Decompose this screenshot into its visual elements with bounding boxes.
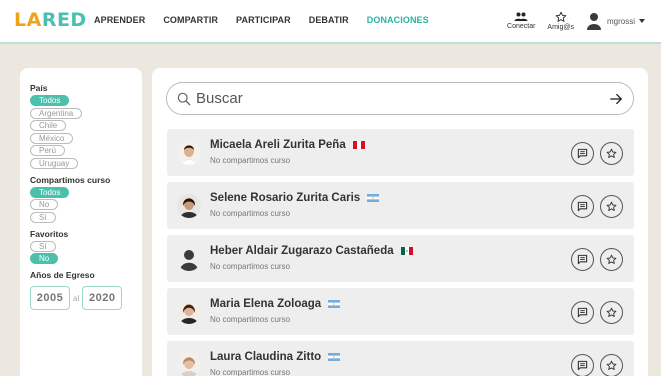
nav-debatir[interactable]: DEBATIR: [309, 15, 349, 25]
avatar: [177, 300, 201, 324]
message-button[interactable]: [571, 195, 594, 218]
filters-sidebar: País Todos Argentina Chile México Perú U…: [20, 68, 142, 376]
filter-pais: Todos Argentina Chile México Perú Urugua…: [30, 95, 132, 169]
message-button[interactable]: [571, 142, 594, 165]
person-name: Laura Claudina Zitto: [210, 351, 341, 363]
chip-pais-argentina[interactable]: Argentina: [30, 107, 83, 119]
person-name: Maria Elena Zoloaga: [210, 298, 341, 310]
message-icon: [577, 148, 588, 159]
people-icon: [514, 12, 528, 21]
filter-pais-label: País: [30, 83, 48, 93]
star-outline-icon: [606, 148, 617, 158]
avatar-placeholder: [177, 247, 201, 271]
favorite-button[interactable]: [600, 195, 623, 218]
chip-compartimos-todos[interactable]: Todos: [30, 186, 70, 198]
user-menu[interactable]: mgrossi: [586, 12, 645, 30]
star-outline-icon: [555, 11, 567, 22]
filter-favoritos-label: Favoritos: [30, 228, 69, 239]
person-course-status: No compartimos curso: [210, 262, 291, 271]
year-from-input[interactable]: 2005: [30, 286, 70, 310]
header-actions: Conectar Amig@s mgrossi: [507, 5, 645, 37]
flag-mexico-icon: [400, 246, 413, 255]
avatar: [177, 353, 201, 376]
message-button[interactable]: [571, 354, 594, 376]
person-name: Micaela Areli Zurita Peña: [210, 139, 366, 151]
star-outline-icon: [606, 307, 617, 317]
filter-egreso-label: Años de Egreso: [30, 270, 95, 280]
message-icon: [577, 307, 588, 318]
person-course-status: No compartimos curso: [210, 315, 291, 324]
person-course-status: No compartimos curso: [210, 209, 291, 218]
person-course-status: No compartimos curso: [210, 368, 291, 376]
user-avatar-icon: [586, 13, 601, 30]
search-icon: [177, 92, 191, 105]
person-card[interactable]: Heber Aldair Zugarazo Castañeda No compa…: [167, 235, 634, 282]
chip-pais-mexico[interactable]: México: [30, 132, 74, 144]
chip-favoritos-no[interactable]: No: [30, 253, 59, 264]
logo[interactable]: LARED: [14, 9, 87, 31]
message-button[interactable]: [571, 301, 594, 324]
favorite-button[interactable]: [600, 248, 623, 271]
main-nav: APRENDER COMPARTIR PARTICIPAR DEBATIR DO…: [94, 0, 447, 40]
person-card[interactable]: Laura Claudina Zitto No compartimos curs…: [167, 341, 634, 376]
person-name: Selene Rosario Zurita Caris: [210, 192, 380, 204]
user-name: mgrossi: [606, 16, 635, 26]
nav-donaciones[interactable]: DONACIONES: [367, 15, 429, 25]
egreso-range: 2005 al 2020: [30, 286, 132, 310]
results-panel: Micaela Areli Zurita Peña No compartimos…: [152, 68, 648, 376]
conectar-label: Conectar: [507, 23, 536, 30]
flag-argentina-icon: [367, 193, 380, 202]
person-course-status: No compartimos curso: [210, 156, 291, 165]
person-card[interactable]: Selene Rosario Zurita Caris No compartim…: [167, 182, 634, 229]
chip-compartimos-si[interactable]: Sí: [30, 211, 56, 223]
year-separator: al: [73, 293, 80, 303]
message-icon: [577, 360, 588, 371]
amigos-button[interactable]: Amig@s: [547, 11, 574, 31]
filter-favoritos: Sí No: [30, 240, 132, 264]
person-card[interactable]: Maria Elena Zoloaga No compartimos curso: [167, 288, 634, 335]
favorite-button[interactable]: [600, 301, 623, 324]
flag-argentina-icon: [328, 352, 341, 361]
search-input[interactable]: [196, 90, 609, 107]
chevron-down-icon: [639, 19, 645, 23]
avatar: [177, 194, 201, 218]
message-icon: [577, 201, 588, 212]
filter-compartimos: Todos No Sí: [30, 186, 132, 223]
star-outline-icon: [606, 201, 617, 211]
chip-pais-peru[interactable]: Perú: [30, 145, 65, 156]
favorite-button[interactable]: [600, 354, 623, 376]
filter-compartimos-label: Compartimos curso: [30, 174, 111, 185]
chip-compartimos-no[interactable]: No: [30, 199, 59, 210]
person-card[interactable]: Micaela Areli Zurita Peña No compartimos…: [167, 129, 634, 176]
conectar-button[interactable]: Conectar: [507, 12, 535, 30]
flag-peru-icon: [352, 140, 365, 149]
message-icon: [577, 254, 588, 265]
chip-pais-chile[interactable]: Chile: [30, 120, 67, 131]
nav-compartir[interactable]: COMPARTIR: [163, 15, 218, 25]
chip-favoritos-si[interactable]: Sí: [30, 240, 56, 252]
message-button[interactable]: [571, 248, 594, 271]
top-header: LARED APRENDER COMPARTIR PARTICIPAR DEBA…: [0, 0, 661, 44]
nav-participar[interactable]: PARTICIPAR: [236, 15, 291, 25]
amigos-label: Amig@s: [547, 24, 574, 31]
star-outline-icon: [606, 360, 617, 370]
arrow-right-icon[interactable]: [609, 92, 623, 106]
year-to-input[interactable]: 2020: [82, 286, 123, 310]
search-bar: [166, 82, 634, 115]
chip-pais-uruguay[interactable]: Uruguay: [30, 157, 79, 169]
person-name: Heber Aldair Zugarazo Castañeda: [210, 245, 414, 257]
people-list: Micaela Areli Zurita Peña No compartimos…: [167, 129, 634, 376]
flag-argentina-icon: [328, 299, 341, 308]
nav-aprender[interactable]: APRENDER: [94, 15, 145, 25]
star-outline-icon: [606, 254, 617, 264]
favorite-button[interactable]: [600, 142, 623, 165]
chip-pais-todos[interactable]: Todos: [30, 95, 70, 106]
avatar: [177, 141, 201, 165]
